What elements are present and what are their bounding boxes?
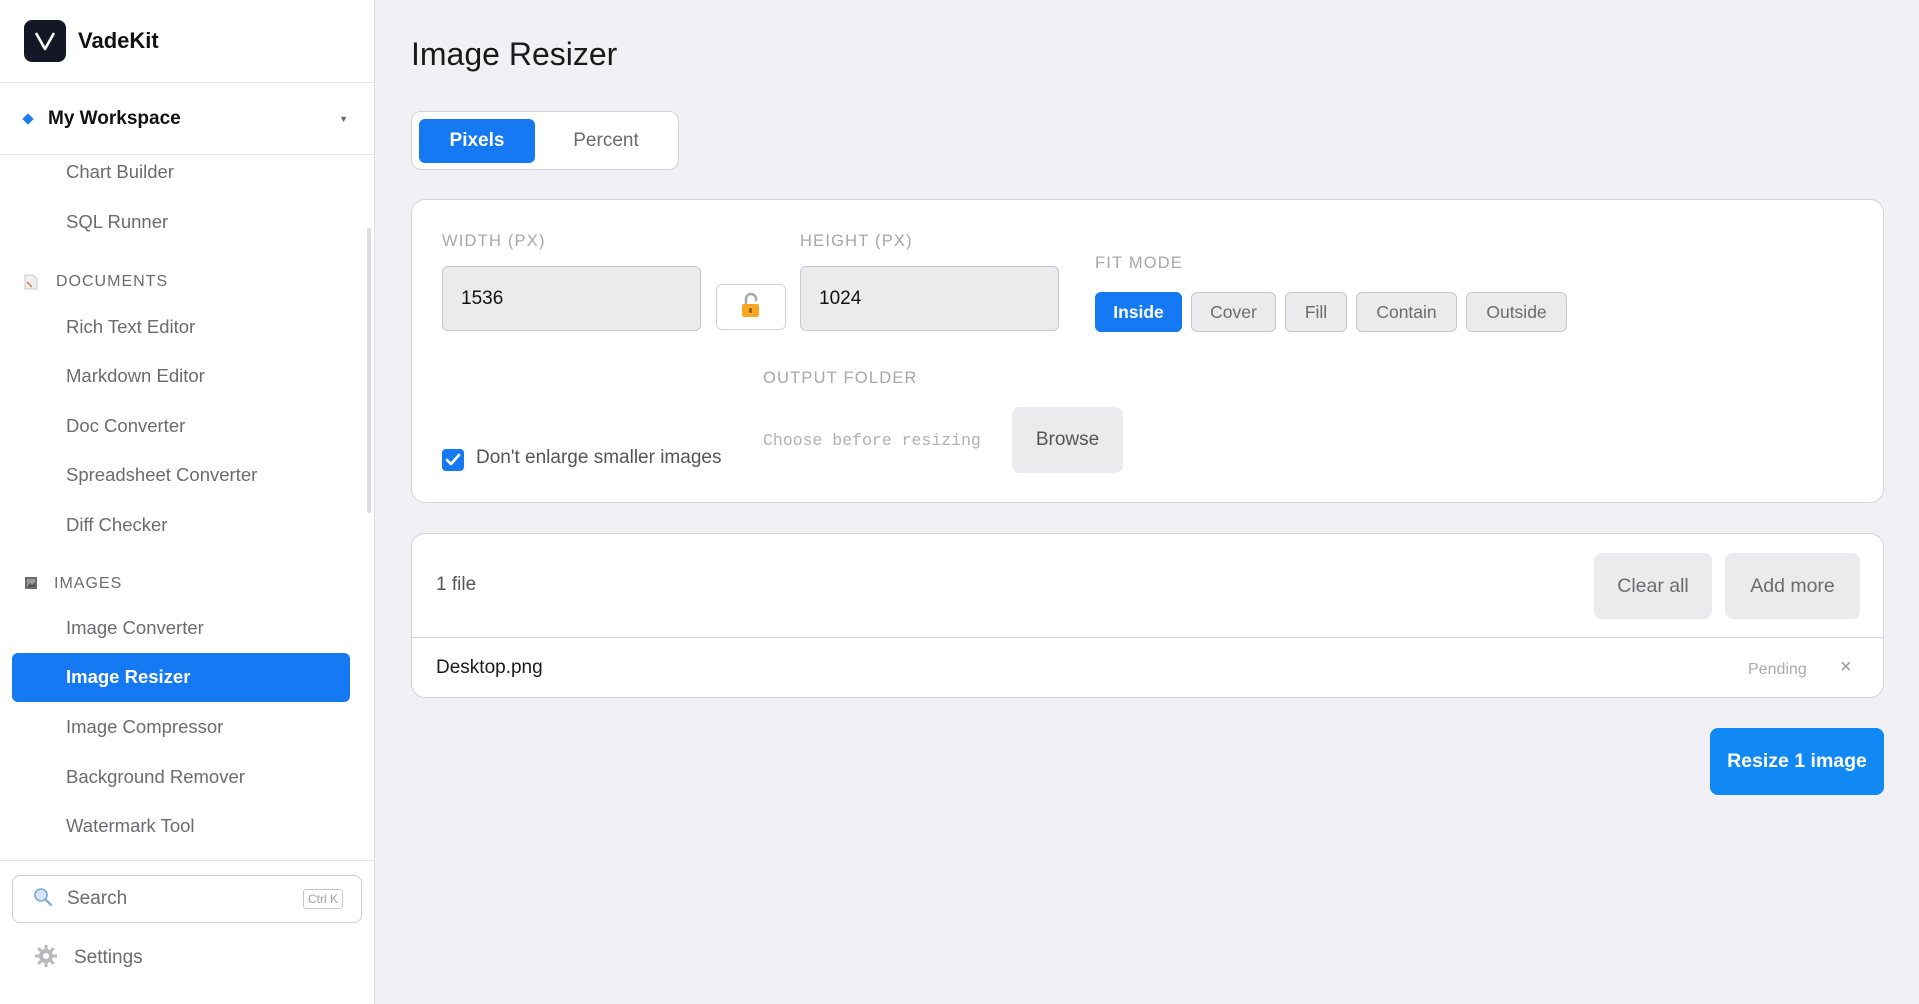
page-title: Image Resizer <box>411 36 618 72</box>
file-count: 1 file <box>436 574 477 595</box>
fit-contain-button[interactable]: Contain <box>1356 292 1457 332</box>
clear-all-button[interactable]: Clear all <box>1594 553 1712 619</box>
unit-toggle: Pixels Percent <box>411 111 679 170</box>
unlocked-padlock-icon <box>737 291 765 324</box>
browse-button[interactable]: Browse <box>1012 407 1123 473</box>
sidebar-item-doc-converter[interactable]: Doc Converter <box>66 415 185 437</box>
settings-label: Settings <box>74 947 143 968</box>
no-enlarge-label[interactable]: Don't enlarge smaller images <box>476 447 721 469</box>
scrollbar-thumb[interactable] <box>367 228 371 513</box>
output-folder-label: OUTPUT FOLDER <box>763 369 918 387</box>
section-images: IMAGES <box>24 575 122 593</box>
sidebar-item-chart-builder[interactable]: Chart Builder <box>66 161 174 183</box>
file-status: Pending <box>1748 661 1807 678</box>
workspace-name: My Workspace <box>48 107 181 129</box>
file-name: Desktop.png <box>436 657 543 678</box>
sidebar: VadeKit My Workspace ▼ Chart Builder SQL… <box>0 0 375 1004</box>
aspect-lock-button[interactable] <box>716 284 786 330</box>
sidebar-item-markdown-editor[interactable]: Markdown Editor <box>66 365 205 387</box>
resize-button[interactable]: Resize 1 image <box>1710 728 1884 795</box>
app-name: VadeKit <box>78 28 159 53</box>
height-label: HEIGHT (PX) <box>800 232 913 250</box>
brand[interactable]: VadeKit <box>0 0 374 83</box>
unit-percent-button[interactable]: Percent <box>540 119 672 163</box>
sidebar-item-diff-checker[interactable]: Diff Checker <box>66 514 167 536</box>
sidebar-item-watermark-tool[interactable]: Watermark Tool <box>66 815 195 837</box>
unit-pixels-button[interactable]: Pixels <box>419 119 535 163</box>
sidebar-item-image-resizer-label[interactable]: Image Resizer <box>66 666 190 688</box>
fit-cover-button[interactable]: Cover <box>1191 292 1276 332</box>
width-label: WIDTH (PX) <box>442 232 546 250</box>
files-header: 1 file Clear all Add more <box>412 534 1883 638</box>
search-label: Search <box>67 888 128 909</box>
fit-mode-label: FIT MODE <box>1095 254 1184 272</box>
search-shortcut: Ctrl K <box>303 889 343 909</box>
search-input[interactable]: Search Ctrl K <box>12 875 362 923</box>
document-icon <box>24 274 40 290</box>
sidebar-item-background-remover[interactable]: Background Remover <box>66 766 245 788</box>
sidebar-item-sql-runner[interactable]: SQL Runner <box>66 211 168 233</box>
search-icon <box>33 887 53 912</box>
vadekit-logo-icon <box>24 20 66 62</box>
workspace-diamond-icon <box>22 112 34 125</box>
nav-list: Chart Builder SQL Runner DOCUMENTS Rich … <box>0 156 375 860</box>
sidebar-item-image-compressor[interactable]: Image Compressor <box>66 716 223 738</box>
height-input[interactable]: 1024 <box>800 266 1059 331</box>
image-icon <box>24 576 40 592</box>
sidebar-footer: Search Ctrl K Settings <box>0 860 375 1004</box>
sidebar-item-image-converter[interactable]: Image Converter <box>66 617 204 639</box>
sidebar-item-spreadsheet-converter[interactable]: Spreadsheet Converter <box>66 464 257 486</box>
gear-icon <box>34 944 58 973</box>
settings-link[interactable]: Settings <box>34 943 143 973</box>
files-panel: 1 file Clear all Add more Desktop.png Pe… <box>411 533 1884 698</box>
fit-fill-button[interactable]: Fill <box>1285 292 1347 332</box>
no-enlarge-checkbox[interactable] <box>442 449 464 471</box>
sidebar-item-rich-text-editor[interactable]: Rich Text Editor <box>66 316 195 338</box>
fit-outside-button[interactable]: Outside <box>1466 292 1567 332</box>
fit-inside-button[interactable]: Inside <box>1095 292 1182 332</box>
settings-panel: WIDTH (PX) 1536 HEIGHT (PX) 1024 FIT MOD… <box>411 199 1884 503</box>
workspace-switcher[interactable]: My Workspace ▼ <box>0 83 374 155</box>
remove-file-close-icon[interactable]: × <box>1840 656 1852 679</box>
section-documents-label: DOCUMENTS <box>56 273 169 290</box>
file-row: Desktop.png Pending × <box>412 638 1883 697</box>
add-more-button[interactable]: Add more <box>1725 553 1860 619</box>
section-images-label: IMAGES <box>54 575 123 592</box>
output-folder-path: Choose before resizing <box>763 431 981 450</box>
width-input[interactable]: 1536 <box>442 266 701 331</box>
chevron-down-icon: ▼ <box>339 113 348 124</box>
section-documents: DOCUMENTS <box>24 273 168 291</box>
